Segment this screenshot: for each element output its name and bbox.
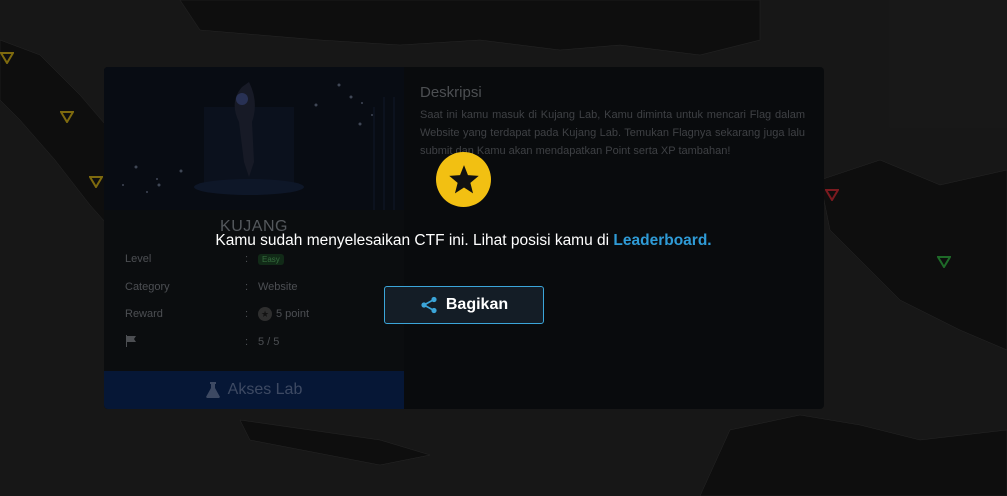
share-button[interactable]: Bagikan — [384, 286, 544, 324]
share-icon — [421, 296, 437, 314]
leaderboard-link[interactable]: Leaderboard. — [613, 232, 711, 249]
star-badge — [436, 152, 491, 207]
completion-text: Kamu sudah menyelesaikan CTF ini. Lihat … — [215, 232, 614, 249]
share-button-label: Bagikan — [445, 296, 509, 313]
completion-message: Kamu sudah menyelesaikan CTF ini. Lihat … — [0, 232, 927, 250]
star-icon — [448, 164, 479, 193]
